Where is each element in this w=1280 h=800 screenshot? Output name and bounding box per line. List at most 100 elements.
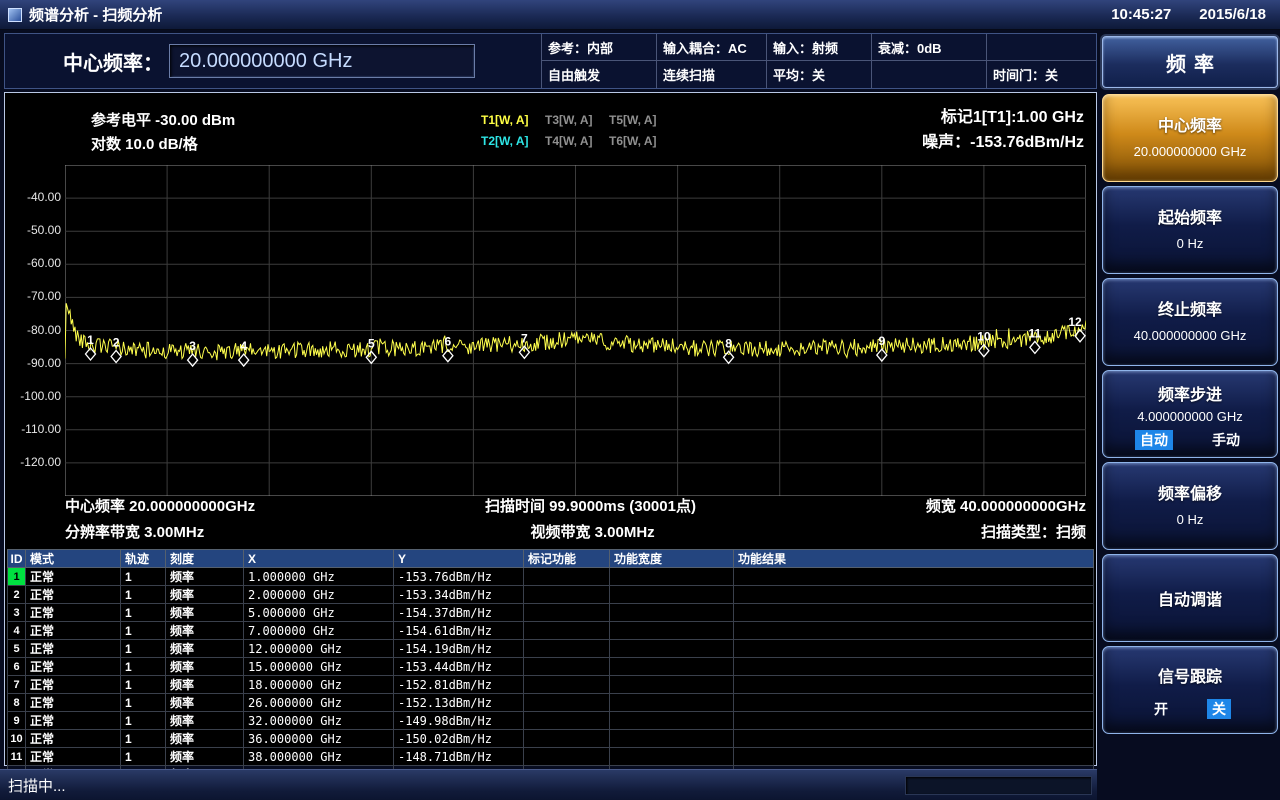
status-blank-1 (986, 34, 1096, 61)
table-cell (610, 712, 734, 730)
table-cell: 1.000000 GHz (244, 568, 394, 586)
table-cell: 26.000000 GHz (244, 694, 394, 712)
center-freq-input[interactable]: 20.000000000 GHz (169, 44, 475, 78)
table-cell: 频率 (166, 730, 244, 748)
trace-t3-label[interactable]: T3[W, A] (545, 110, 609, 131)
table-cell (610, 568, 734, 586)
table-cell: -152.81dBm/Hz (394, 676, 524, 694)
table-col-header: 功能宽度 (610, 550, 734, 568)
marker-table-row[interactable]: 2正常1频率2.000000 GHz-153.34dBm/Hz (8, 586, 1094, 604)
table-cell (734, 658, 1094, 676)
freq-step-auto-option[interactable]: 自动 (1135, 430, 1173, 450)
table-cell (610, 586, 734, 604)
main-display: 参考电平 -30.00 dBm 对数 10.0 dB/格 T1[W, A]T3[… (4, 92, 1097, 766)
marker-number: 1 (87, 333, 94, 347)
table-cell: -148.71dBm/Hz (394, 748, 524, 766)
trace-t5-label[interactable]: T5[W, A] (609, 110, 673, 131)
table-col-header: 标记功能 (524, 550, 610, 568)
marker-table-row[interactable]: 9正常1频率32.000000 GHz-149.98dBm/Hz (8, 712, 1094, 730)
y-axis-tick: -90.00 (9, 356, 61, 370)
date-display: 2015/6/18 (1199, 6, 1266, 23)
marker-number: 8 (725, 336, 732, 350)
trace-t1-label[interactable]: T1[W, A] (481, 110, 545, 131)
table-cell (524, 622, 610, 640)
marker-number: 11 (1029, 326, 1042, 340)
marker-number: 10 (977, 330, 991, 344)
marker-number: 9 (878, 334, 885, 348)
table-cell: 正常 (26, 712, 121, 730)
table-cell (524, 658, 610, 676)
y-axis-tick: -70.00 (9, 289, 61, 303)
clock: 10:45:27 2015/6/18 (1111, 6, 1266, 23)
table-cell (734, 676, 1094, 694)
marker-table-row[interactable]: 1正常1频率1.000000 GHz-153.76dBm/Hz (8, 568, 1094, 586)
marker-table-row[interactable]: 10正常1频率36.000000 GHz-150.02dBm/Hz (8, 730, 1094, 748)
marker-table-row[interactable]: 6正常1频率15.000000 GHz-153.44dBm/Hz (8, 658, 1094, 676)
signal-track-button[interactable]: 信号跟踪 开 关 (1102, 646, 1278, 734)
marker-freq-readout: 标记1[T1]:1.00 GHz (922, 105, 1084, 130)
footer-sweep-type: 扫描类型：扫频 (981, 521, 1086, 542)
header-strip: 中心频率： 20.000000000 GHz 参考：内部 输入耦合：AC 输入：… (4, 33, 1097, 89)
table-cell: -153.76dBm/Hz (394, 568, 524, 586)
marker-table-row[interactable]: 8正常1频率26.000000 GHz-152.13dBm/Hz (8, 694, 1094, 712)
table-cell: 频率 (166, 694, 244, 712)
table-cell (734, 640, 1094, 658)
table-cell (524, 640, 610, 658)
table-cell (734, 694, 1094, 712)
table-cell (610, 748, 734, 766)
marker-table-row[interactable]: 11正常1频率38.000000 GHz-148.71dBm/Hz (8, 748, 1094, 766)
marker-table-row[interactable]: 3正常1频率5.000000 GHz-154.37dBm/Hz (8, 604, 1094, 622)
chart-footer-row1: 中心频率 20.000000000GHz 扫描时间 99.9000ms (300… (65, 495, 1086, 516)
table-cell: 12.000000 GHz (244, 640, 394, 658)
signal-track-on-option[interactable]: 开 (1149, 699, 1173, 719)
start-freq-button[interactable]: 起始频率 0 Hz (1102, 186, 1278, 274)
trace-t6-label[interactable]: T6[W, A] (609, 131, 673, 152)
table-cell: 频率 (166, 676, 244, 694)
table-cell: 18.000000 GHz (244, 676, 394, 694)
table-cell: 8 (8, 694, 26, 712)
table-cell: 频率 (166, 586, 244, 604)
table-cell (524, 712, 610, 730)
table-cell: 频率 (166, 748, 244, 766)
table-cell: 36.000000 GHz (244, 730, 394, 748)
table-cell (610, 676, 734, 694)
table-cell: 1 (121, 604, 166, 622)
marker-number: 6 (445, 335, 452, 349)
table-cell: -149.98dBm/Hz (394, 712, 524, 730)
table-col-header: X (244, 550, 394, 568)
time-display: 10:45:27 (1111, 6, 1171, 23)
table-cell: 频率 (166, 622, 244, 640)
table-cell (524, 568, 610, 586)
status-trigger-mode: 自由触发 (541, 61, 656, 88)
footer-center-freq: 中心频率 20.000000000GHz (65, 495, 255, 516)
marker-table-row[interactable]: 7正常1频率18.000000 GHz-152.81dBm/Hz (8, 676, 1094, 694)
table-cell: 6 (8, 658, 26, 676)
table-cell: 1 (121, 640, 166, 658)
table-cell: -154.19dBm/Hz (394, 640, 524, 658)
table-cell: -154.37dBm/Hz (394, 604, 524, 622)
stop-freq-button[interactable]: 终止频率 40.000000000 GHz (1102, 278, 1278, 366)
marker-table-row[interactable]: 4正常1频率7.000000 GHz-154.61dBm/Hz (8, 622, 1094, 640)
table-cell: 2.000000 GHz (244, 586, 394, 604)
table-cell: 10 (8, 730, 26, 748)
marker-table-row[interactable]: 5正常1频率12.000000 GHz-154.19dBm/Hz (8, 640, 1094, 658)
center-freq-button[interactable]: 中心频率 20.000000000 GHz (1102, 94, 1278, 182)
scale-label: 对数 10.0 dB/格 (91, 133, 198, 154)
auto-tune-button[interactable]: 自动调谐 (1102, 554, 1278, 642)
chart-footer-row2: 分辨率带宽 3.00MHz 视频带宽 3.00MHz 扫描类型：扫频 (65, 521, 1086, 542)
freq-offset-button[interactable]: 频率偏移 0 Hz (1102, 462, 1278, 550)
table-cell: -153.44dBm/Hz (394, 658, 524, 676)
table-cell (610, 640, 734, 658)
statusbar: 扫描中... (0, 769, 1097, 800)
freq-step-button[interactable]: 频率步进 4.000000000 GHz 自动 手动 (1102, 370, 1278, 458)
y-axis-tick: -100.00 (9, 389, 61, 403)
table-cell: -154.61dBm/Hz (394, 622, 524, 640)
trace-t2-label[interactable]: T2[W, A] (481, 131, 545, 152)
sidebar-title: 频率 (1102, 36, 1278, 88)
freq-step-manual-option[interactable]: 手动 (1207, 430, 1245, 450)
status-ref-source: 参考：内部 (541, 34, 656, 61)
signal-track-off-option[interactable]: 关 (1207, 699, 1231, 719)
trace-t4-label[interactable]: T4[W, A] (545, 131, 609, 152)
y-axis-tick: -120.00 (9, 455, 61, 469)
table-cell (734, 748, 1094, 766)
